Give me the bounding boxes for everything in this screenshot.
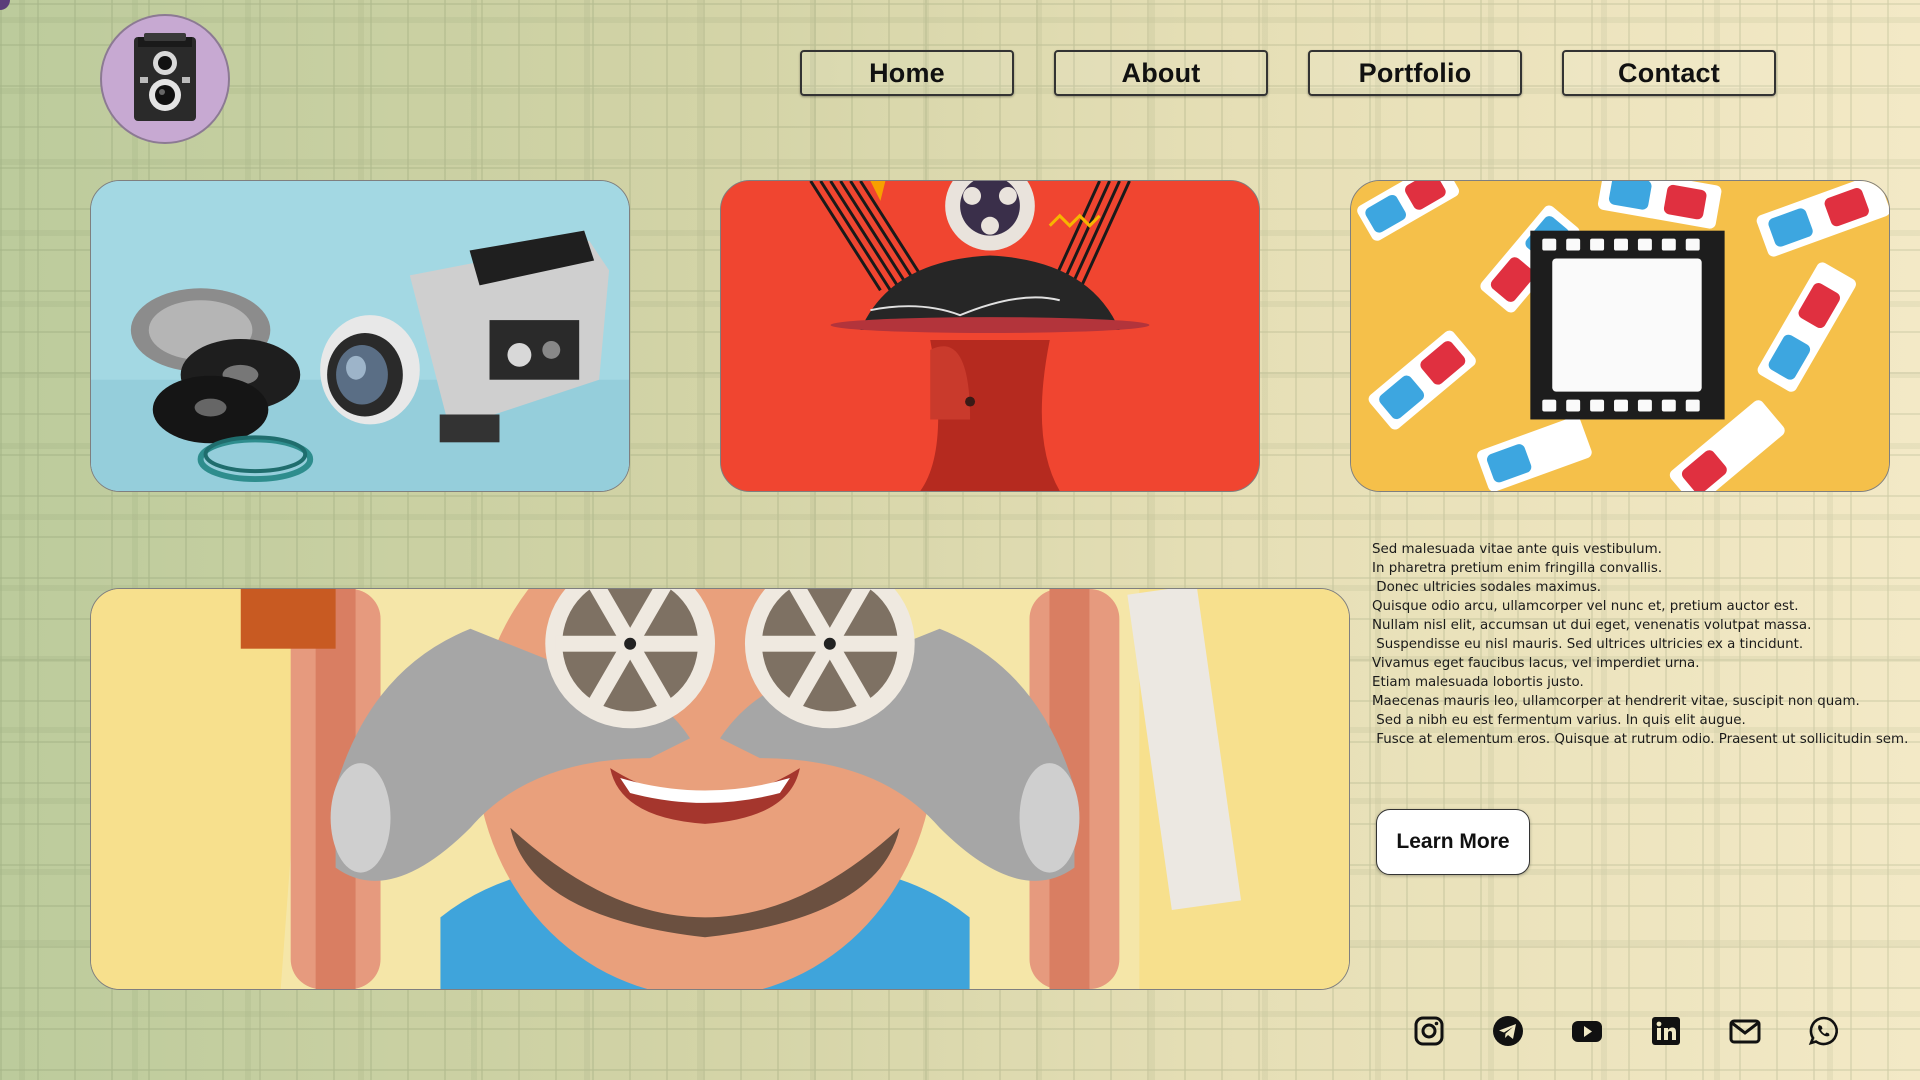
film-strip-3d-glasses-icon [1351, 181, 1889, 491]
whatsapp-icon [1808, 1016, 1838, 1046]
movie-camera-icon [91, 181, 629, 491]
main-nav: Home About Portfolio Contact [800, 50, 1776, 96]
linkedin-link[interactable] [1649, 1014, 1683, 1048]
linkedin-icon [1652, 1017, 1680, 1045]
telegram-icon [1493, 1016, 1523, 1046]
nav-portfolio-button[interactable]: Portfolio [1308, 50, 1522, 96]
nav-about-button[interactable]: About [1054, 50, 1268, 96]
logo[interactable] [100, 14, 230, 144]
nav-contact-button[interactable]: Contact [1562, 50, 1776, 96]
gallery-card-camera[interactable] [90, 180, 630, 492]
twin-lens-camera-icon [134, 33, 196, 121]
man-with-film-reels-icon [91, 589, 1349, 989]
email-link[interactable] [1728, 1014, 1762, 1048]
gallery-card-collage[interactable] [720, 180, 1260, 492]
film-reel-collage-icon [721, 181, 1259, 491]
instagram-link[interactable] [1412, 1014, 1446, 1048]
social-links [1412, 1014, 1841, 1048]
gallery-card-hero[interactable] [90, 588, 1350, 990]
intro-paragraph: Sed malesuada vitae ante quis vestibulum… [1372, 542, 1909, 747]
instagram-icon [1414, 1016, 1444, 1046]
gallery-card-filmstrip[interactable] [1350, 180, 1890, 492]
youtube-link[interactable] [1570, 1014, 1604, 1048]
telegram-link[interactable] [1491, 1014, 1525, 1048]
learn-more-button[interactable]: Learn More [1376, 809, 1530, 875]
nav-home-button[interactable]: Home [800, 50, 1014, 96]
youtube-icon [1572, 1021, 1602, 1042]
whatsapp-link[interactable] [1807, 1014, 1841, 1048]
email-icon [1729, 1019, 1761, 1044]
